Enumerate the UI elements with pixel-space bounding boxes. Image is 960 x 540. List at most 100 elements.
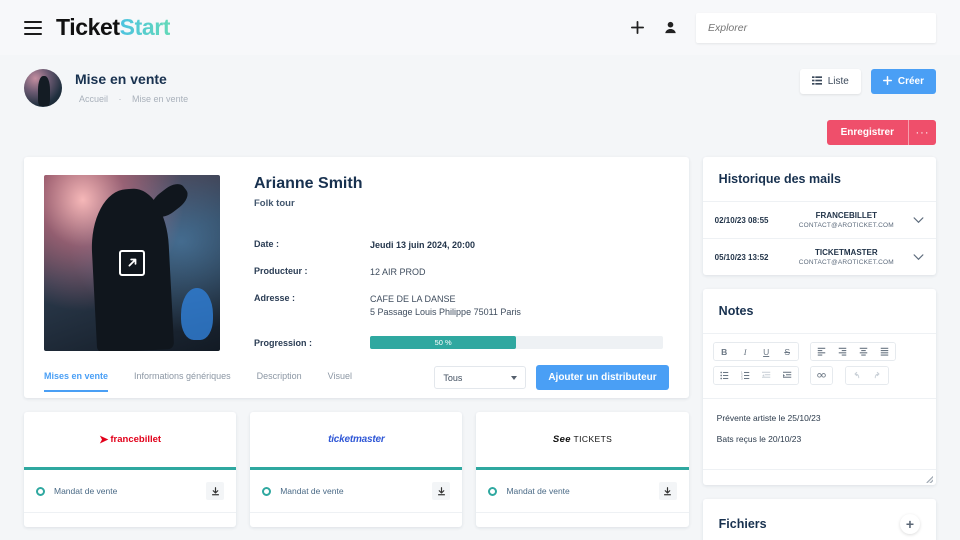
chevron-down-icon[interactable] [906,248,924,266]
download-icon[interactable] [432,482,451,500]
status-circle-icon [262,486,272,496]
distributor-row-label: Mandat de vente [54,486,118,496]
page-body: Arianne Smith Folk tour Date : Jeudi 13 … [0,145,960,540]
field-date: Date : Jeudi 13 juin 2024, 20:00 [254,239,663,252]
save-row: Enregistrer ··· [0,107,960,145]
status-circle-icon [36,486,45,496]
undo-icon[interactable] [845,367,867,384]
page-title: Mise en vente [75,71,167,87]
distributor-logo-francebillet: ➤ francebillet [24,412,236,467]
mail-date: 05/10/23 13:52 [714,252,769,262]
align-justify-icon[interactable] [874,343,896,360]
user-icon[interactable] [663,20,678,35]
link-icon[interactable] [811,367,833,384]
distributor-row[interactable]: Mandat de vente [250,470,463,513]
distributor-logo-ticketmaster: ticketmaster [250,412,462,467]
search-input[interactable] [696,12,936,43]
italic-icon[interactable]: I [734,343,756,360]
save-button[interactable]: Enregistrer [826,120,908,145]
notes-editor[interactable]: Prévente artiste le 25/10/23 Bats reçus … [703,399,936,469]
mail-date: 02/10/23 08:55 [714,215,769,225]
field-date-label: Date : [254,239,280,249]
notes-resize-footer [702,469,936,485]
page-header-text: Mise en vente Accueil · Mise en vente [75,69,192,104]
svg-text:3: 3 [741,377,743,380]
distributor-row[interactable]: Mandat de vente [24,470,237,513]
tabs: Mises en vente Informations génériques D… [44,371,352,392]
progress-bar-fill: 50 % [370,336,517,349]
hamburger-icon[interactable] [24,20,42,35]
event-card: Arianne Smith Folk tour Date : Jeudi 13 … [24,157,689,398]
list-button[interactable]: Liste [799,69,861,94]
progress-label: Progression : [254,337,313,348]
align-center-icon[interactable] [853,343,875,360]
tab-bar: Mises en vente Informations génériques D… [24,351,689,398]
download-icon[interactable] [658,482,677,500]
files-title: Fichiers [718,517,767,531]
field-producer: Producteur : 12 AIR PROD [254,266,663,279]
create-button[interactable]: Créer [870,69,936,94]
align-right-icon[interactable] [832,343,854,360]
align-left-icon[interactable] [811,343,833,360]
event-poster[interactable] [44,175,220,351]
plus-icon [882,75,892,88]
distributor-logo-see-tickets: See TICKETS [476,412,688,467]
tab-visuel[interactable]: Visuel [328,371,352,392]
artist-name: Arianne Smith [254,175,363,192]
strikethrough-icon[interactable]: S [776,343,798,360]
bold-icon[interactable]: B [713,343,735,360]
mail-name: TICKETMASTER [815,248,878,257]
field-address: Adresse : CAFE DE LA DANSE 5 Passage Lou… [254,293,663,319]
save-more-button[interactable]: ··· [908,120,936,145]
logo-text-secondary: Start [119,14,171,40]
main-column: Arianne Smith Folk tour Date : Jeudi 13 … [24,157,689,527]
plus-icon[interactable] [630,20,645,35]
ticketmaster-logo-text: ticketmaster [328,434,385,445]
distributor-row-label: Mandat de vente [280,486,344,496]
page-header-actions: Liste Créer [799,69,936,94]
mail-recipient: FRANCEBILLET CONTACT@AROTICKET.COM [787,211,906,229]
mail-row[interactable]: 02/10/23 08:55 FRANCEBILLET CONTACT@AROT… [702,202,936,239]
list-button-label: Liste [827,76,849,87]
files-panel-header: Fichiers + [703,499,936,540]
tab-mises-en-vente[interactable]: Mises en vente [44,371,109,392]
distributor-card-ticketmaster: ticketmaster Mandat de vente [250,412,463,527]
files-panel: Fichiers + [702,499,936,540]
poster-guitar [181,287,213,341]
mail-history-panel: Historique des mails 02/10/23 08:55 FRAN… [702,157,936,275]
bullet-list-icon[interactable] [713,367,735,384]
field-address-value: CAFE DE LA DANSE 5 Passage Louis Philipp… [370,293,521,319]
top-bar: TicketStart [0,0,960,55]
toolbar-group-history [844,366,889,385]
app-logo[interactable]: TicketStart [56,14,170,41]
distributor-card-see-tickets: See TICKETS Mandat de vente [476,412,689,527]
download-icon[interactable] [206,482,225,500]
toolbar-group-align [810,342,897,361]
add-distributor-button[interactable]: Ajouter un distributeur [536,365,669,390]
distributor-row[interactable]: Mandat de vente [476,470,689,513]
notes-title: Notes [702,289,936,334]
tab-description[interactable]: Description [257,371,302,392]
address-line-2: 5 Passage Louis Philippe 75011 Paris [370,307,521,317]
list-icon [811,75,822,88]
underline-icon[interactable]: U [755,343,777,360]
tab-informations-generiques[interactable]: Informations génériques [134,371,231,392]
mail-row[interactable]: 05/10/23 13:52 TICKETMASTER CONTACT@AROT… [703,239,936,275]
chevron-down-icon[interactable] [906,211,924,229]
resize-grip-icon[interactable] [926,476,933,483]
external-link-icon[interactable] [119,250,145,276]
add-file-plus-icon[interactable]: + [900,514,920,534]
distributor-row-label: Mandat de vente [506,486,570,496]
breadcrumb-separator: · [118,94,122,104]
top-actions [630,12,936,43]
toolbar-group-lists: 123 [712,366,799,385]
redo-icon[interactable] [866,367,888,384]
breadcrumb-home[interactable]: Accueil [79,94,108,104]
distributor-card-francebillet: ➤ francebillet Mandat de vente [24,412,237,527]
numbered-list-icon[interactable]: 123 [734,367,756,384]
event-info: Arianne Smith Folk tour Date : Jeudi 13 … [24,157,689,351]
distributor-row-spacer [250,513,462,527]
filter-select[interactable]: Tous [434,366,527,389]
indent-icon[interactable] [776,367,798,384]
outdent-icon[interactable] [755,367,777,384]
